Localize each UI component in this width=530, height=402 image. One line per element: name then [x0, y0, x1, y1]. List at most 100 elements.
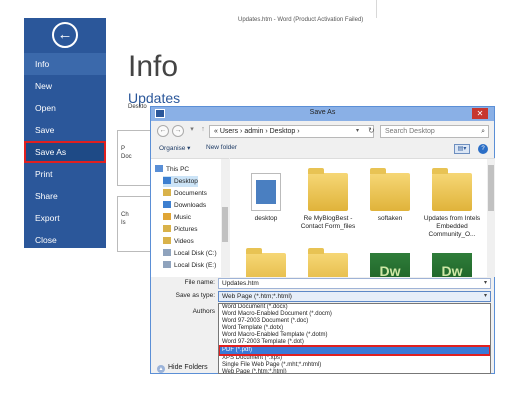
dialog-titlebar[interactable]: Save As ✕ — [151, 107, 494, 121]
folder-icon — [432, 168, 472, 211]
desktop-icon — [163, 177, 171, 184]
screen: Updates.htm - Word (Product Activation F… — [0, 0, 530, 402]
back-nav-icon[interactable]: ← — [157, 125, 169, 137]
tree-item-label: Local Disk (E:) — [174, 262, 217, 269]
folder-icon — [370, 168, 410, 211]
tree-item-label: Downloads — [174, 202, 207, 209]
file-name-value: Updates.htm — [222, 280, 259, 287]
save-type-option[interactable]: Web Page (*.htm;*.html) — [219, 369, 490, 373]
sidebar-item-close[interactable]: Close — [24, 229, 106, 251]
chevron-up-icon: ▲ — [157, 365, 165, 373]
tree-item[interactable]: Music — [163, 212, 191, 223]
save-type-label: Save as type: — [175, 292, 215, 299]
chevron-down-icon[interactable]: ▾ — [356, 126, 359, 137]
save-type-option[interactable]: Word 97-2003 Document (*.doc) — [219, 318, 490, 325]
document-icon — [251, 173, 281, 211]
page-title: Info — [128, 50, 179, 83]
scrollbar-thumb[interactable] — [222, 207, 228, 242]
tree-item[interactable]: This PC — [155, 164, 189, 175]
tree-item[interactable]: Local Disk (E:) — [163, 260, 216, 271]
sidebar-item-new[interactable]: New — [24, 75, 106, 97]
tree-item-label: Pictures — [174, 226, 198, 233]
save-as-dialog: Save As ✕ ← → ▾ ↑ « Users › admin › Desk… — [150, 106, 495, 374]
tree-item-label: Desktop — [174, 178, 198, 185]
organise-button[interactable]: Organise ▾ — [159, 144, 190, 152]
view-options-icon[interactable]: ▤▾ — [454, 144, 470, 154]
save-type-option[interactable]: Word Template (*.dotx) — [219, 325, 490, 332]
navigation-scrollbar[interactable] — [221, 159, 229, 278]
up-arrow-icon[interactable]: ↑ — [197, 125, 209, 137]
sidebar-item-save[interactable]: Save — [24, 119, 106, 141]
sidebar-item-share[interactable]: Share — [24, 185, 106, 207]
file-item[interactable] — [236, 248, 296, 277]
file-item[interactable] — [298, 248, 358, 277]
save-type-select[interactable]: Web Page (*.htm;*.html) ▾ — [218, 291, 491, 302]
save-type-option[interactable]: PDF (*.pdf) — [219, 345, 490, 356]
sidebar-item-info[interactable]: Info — [24, 53, 106, 75]
downloads-icon — [163, 201, 171, 208]
save-type-option[interactable]: Single File Web Page (*.mht;*.mhtml) — [219, 362, 490, 369]
refresh-icon[interactable]: ↻ — [368, 126, 375, 135]
file-item[interactable]: Updates from Intels Embedded Community_O… — [422, 168, 482, 239]
close-button[interactable]: ✕ — [472, 108, 488, 119]
address-bar[interactable]: « Users › admin › Desktop › ▾ — [209, 125, 374, 138]
file-name: Re MyBlogBest - Contact Form_files — [300, 215, 356, 230]
sidebar-item-export[interactable]: Export — [24, 207, 106, 229]
save-type-option[interactable]: Word Macro-Enabled Template (*.dotm) — [219, 332, 490, 339]
backstage-sidebar: ← Info New Open Save Save As Print Share Export… — [24, 18, 106, 248]
help-icon[interactable]: ? — [478, 144, 488, 154]
pictures-icon — [163, 225, 171, 232]
file-list-scrollbar[interactable] — [487, 159, 495, 277]
tree-item[interactable]: Documents — [163, 188, 207, 199]
search-input[interactable]: Search Desktop ⌕ — [380, 125, 489, 138]
forward-nav-icon[interactable]: → — [172, 125, 184, 137]
save-type-option[interactable]: XPS Document (*.xps) — [219, 355, 490, 362]
document-location: Deskto — [128, 104, 147, 110]
file-item[interactable]: Dw — [360, 253, 420, 277]
sidebar-item-save-as[interactable]: Save As — [24, 141, 106, 163]
file-name-label: File name: — [184, 279, 215, 286]
save-type-value: Web Page (*.htm;*.html) — [222, 293, 292, 300]
save-type-option[interactable]: Word Macro-Enabled Document (*.docm) — [219, 311, 490, 318]
save-type-option[interactable]: Word 97-2003 Template (*.dot) — [219, 339, 490, 346]
file-item[interactable]: Re MyBlogBest - Contact Form_files — [298, 168, 358, 231]
tree-item[interactable]: Pictures — [163, 224, 197, 235]
tree-item-label: Documents — [174, 190, 207, 197]
chevron-down-icon[interactable]: ▾ — [484, 279, 487, 288]
protect-card-text: P Doc — [121, 146, 132, 160]
tree-item-label: Local Disk (C:) — [174, 250, 217, 257]
file-name: desktop — [254, 215, 278, 222]
new-folder-button[interactable]: New folder — [206, 144, 237, 151]
save-type-dropdown-list: Word Document (*.docx) Word Macro-Enabled… — [218, 303, 491, 374]
tree-item[interactable]: Downloads — [163, 200, 206, 211]
file-item[interactable]: softaken — [360, 168, 420, 223]
back-arrow-icon[interactable]: ← — [52, 22, 78, 48]
sidebar-item-print[interactable]: Print — [24, 163, 106, 185]
file-name: softaken — [377, 215, 403, 222]
tree-item[interactable]: Local Disk (C:) — [163, 248, 217, 259]
navigation-pane: This PC Desktop Documents Downloads Music Pic… — [151, 158, 229, 278]
search-icon: ⌕ — [481, 128, 485, 135]
hide-folders-button[interactable]: ▲ Hide Folders — [157, 364, 208, 373]
tree-item-label: This PC — [166, 166, 190, 173]
address-row: ← → ▾ ↑ « Users › admin › Desktop › ▾ ↻ … — [151, 125, 494, 139]
folder-icon — [308, 248, 348, 277]
scrollbar-thumb[interactable] — [488, 165, 494, 211]
dreamweaver-file-icon: Dw — [370, 253, 410, 277]
tree-item-label: Videos — [174, 238, 194, 245]
dialog-title: Save As — [309, 109, 336, 116]
sidebar-item-open[interactable]: Open — [24, 97, 106, 119]
music-icon — [163, 213, 171, 220]
file-item[interactable]: Dw — [422, 253, 482, 277]
disk-icon — [163, 249, 171, 256]
dreamweaver-file-icon: Dw — [432, 253, 472, 277]
chevron-down-icon[interactable]: ▾ — [484, 292, 487, 301]
save-type-option[interactable]: Word Document (*.docx) — [219, 304, 490, 311]
tree-item[interactable]: Desktop — [163, 176, 198, 187]
file-item[interactable]: desktop — [236, 173, 296, 223]
address-path: « Users › admin › Desktop › — [214, 128, 300, 135]
search-placeholder: Search Desktop — [385, 128, 435, 135]
tree-item[interactable]: Videos — [163, 236, 194, 247]
file-name: Updates from Intels Embedded Community_O… — [423, 215, 481, 238]
file-name-input[interactable]: Updates.htm ▾ — [218, 278, 491, 289]
